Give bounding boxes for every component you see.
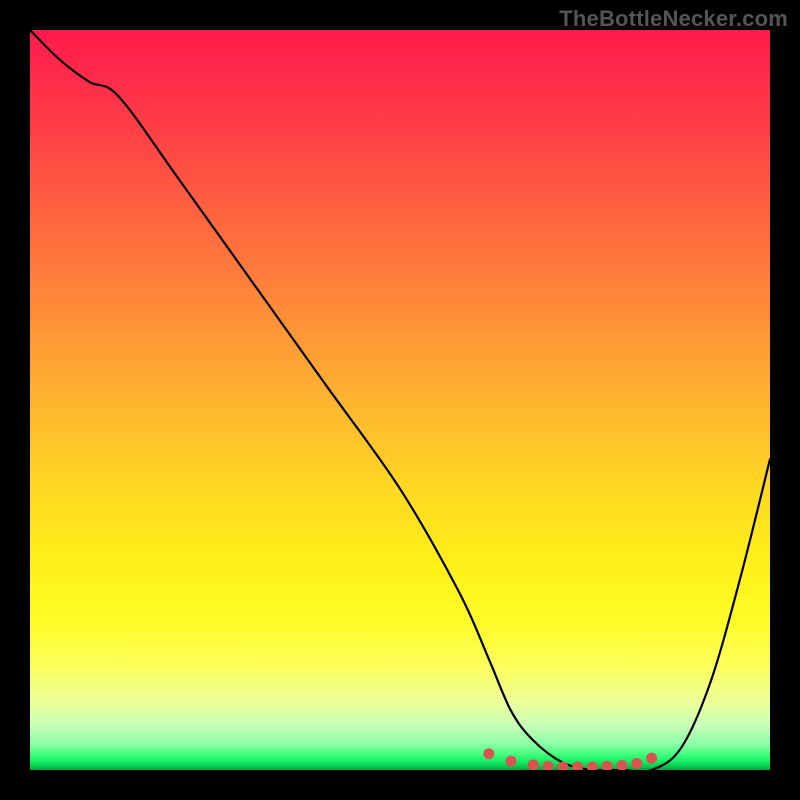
highlight-dot (483, 748, 494, 759)
highlight-dot (631, 758, 642, 769)
highlight-dot (617, 760, 628, 770)
plot-area (30, 30, 770, 770)
highlight-points (483, 748, 657, 770)
chart-svg (30, 30, 770, 770)
highlight-dot (543, 761, 554, 770)
highlight-dot (572, 762, 583, 770)
highlight-dot (587, 762, 598, 770)
watermark-text: TheBottleNecker.com (559, 6, 788, 32)
highlight-dot (646, 753, 657, 764)
highlight-dot (506, 756, 517, 767)
highlight-dot (528, 759, 539, 770)
chart-container: TheBottleNecker.com (0, 0, 800, 800)
highlight-dot (557, 762, 568, 770)
highlight-dot (602, 761, 613, 770)
bottleneck-curve (30, 30, 770, 770)
